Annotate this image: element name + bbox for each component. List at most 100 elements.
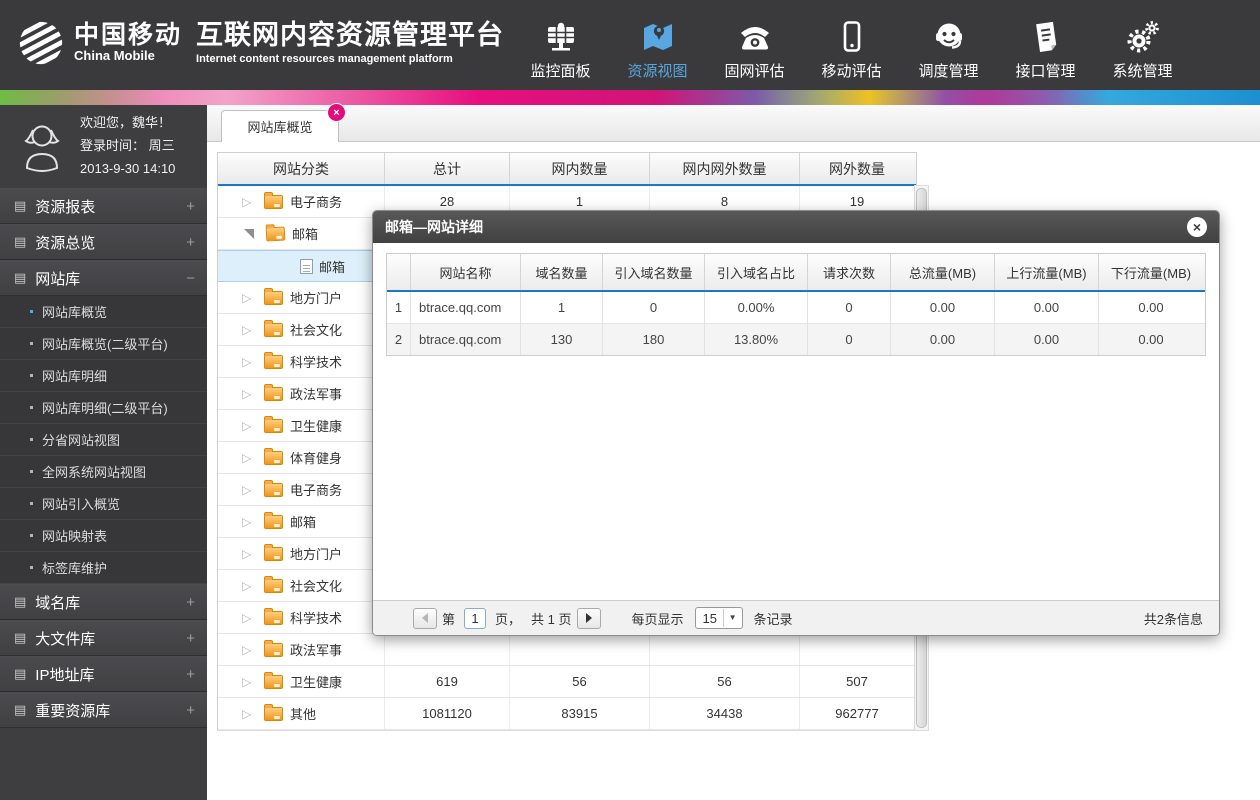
table-row[interactable]: ▷ 卫生健康 619 56 56 507 bbox=[218, 666, 916, 698]
tab-close-icon[interactable]: × bbox=[327, 103, 346, 122]
tree-cell[interactable]: ▷ 其他 bbox=[218, 698, 385, 729]
document-icon: ▤ bbox=[14, 630, 27, 645]
value-cell: 13.80% bbox=[705, 324, 808, 355]
sidebar-group-label: 大文件库 bbox=[35, 630, 96, 648]
tree-cell[interactable]: ▷ 科学技术 bbox=[218, 602, 385, 633]
folder-icon bbox=[264, 447, 283, 465]
sidebar-item[interactable]: 网站库概览(二级平台) bbox=[0, 328, 207, 360]
expand-arrow-icon[interactable]: ▷ bbox=[242, 355, 257, 369]
user-info: 欢迎您，魏华！ 登录时间： 周三 2013-9-30 14:10 bbox=[80, 112, 175, 180]
sidebar-group-label: 重要资源库 bbox=[35, 702, 111, 720]
expand-arrow-icon[interactable]: ▷ bbox=[242, 387, 257, 401]
tree-cell[interactable]: ▷ 政法军事 bbox=[218, 378, 385, 409]
sidebar-item[interactable]: 网站库明细(二级平台) bbox=[0, 392, 207, 424]
tree-cell[interactable]: ▷ 电子商务 bbox=[218, 474, 385, 505]
value-cell: 0.00 bbox=[995, 324, 1099, 355]
expander-icon[interactable]: + bbox=[186, 666, 195, 683]
table-row[interactable]: ▷ 政法军事 bbox=[218, 634, 916, 666]
expand-arrow-icon[interactable]: ▷ bbox=[242, 675, 257, 689]
sidebar-item[interactable]: 网站库明细 bbox=[0, 360, 207, 392]
expand-arrow-icon[interactable]: ▷ bbox=[242, 515, 257, 529]
bullet-icon bbox=[30, 566, 33, 569]
tree-cell[interactable]: ▷ 政法军事 bbox=[218, 634, 385, 665]
chevron-down-icon: ▼ bbox=[722, 609, 742, 627]
brand-name-en: China Mobile bbox=[74, 47, 155, 63]
column-header: 上行流量(MB) bbox=[995, 254, 1099, 290]
sidebar-item[interactable]: 标签库维护 bbox=[0, 552, 207, 584]
sidebar-item[interactable]: 网站引入概览 bbox=[0, 488, 207, 520]
value-cell bbox=[385, 634, 510, 665]
nav-item-dispatch-mgmt[interactable]: 调度管理 bbox=[900, 12, 997, 81]
sidebar-group-3[interactable]: ▤ 域名库 + bbox=[0, 584, 207, 620]
tree-cell[interactable]: ▷ 社会文化 bbox=[218, 314, 385, 345]
sidebar-group-label: 域名库 bbox=[35, 594, 81, 612]
sidebar-item[interactable]: 分省网站视图 bbox=[0, 424, 207, 456]
tree-cell[interactable]: ▷ 卫生健康 bbox=[218, 666, 385, 697]
brand-block: 中国移动 China Mobile 互联网内容资源管理平台 Internet c… bbox=[16, 18, 504, 68]
tab-website-overview[interactable]: 网站库概览 × bbox=[221, 103, 346, 142]
column-header: 网站名称 bbox=[411, 254, 521, 290]
tree-cell[interactable]: 邮箱 bbox=[218, 251, 385, 281]
sidebar-group-0[interactable]: ▤ 资源报表 + bbox=[0, 188, 207, 224]
expand-arrow-icon[interactable]: ▷ bbox=[242, 195, 257, 209]
tree-cell[interactable]: 邮箱 bbox=[218, 218, 385, 249]
tree-cell[interactable]: ▷ 社会文化 bbox=[218, 570, 385, 601]
prev-page-button[interactable] bbox=[413, 607, 437, 629]
expand-arrow-icon[interactable]: ▷ bbox=[242, 579, 257, 593]
nav-item-system-mgmt[interactable]: 系统管理 bbox=[1094, 12, 1191, 81]
tree-cell[interactable]: ▷ 地方门户 bbox=[218, 282, 385, 313]
nav-item-mobile-eval[interactable]: 移动评估 bbox=[803, 12, 900, 81]
expander-icon[interactable]: + bbox=[186, 702, 195, 719]
nav-item-resource-view[interactable]: 资源视图 bbox=[609, 12, 706, 81]
page-number-input[interactable]: 1 bbox=[464, 607, 487, 629]
expand-arrow-icon[interactable]: ▷ bbox=[242, 547, 257, 561]
nav-item-monitor-panel[interactable]: 监控面板 bbox=[512, 12, 609, 81]
category-label: 科学技术 bbox=[290, 611, 343, 626]
sidebar-group-2[interactable]: ▤ 网站库 − bbox=[0, 260, 207, 296]
collapse-arrow-icon[interactable] bbox=[244, 228, 254, 239]
value-cell: 0 bbox=[808, 324, 891, 355]
platform-title-en: Internet content resources management pl… bbox=[196, 52, 453, 65]
tree-cell[interactable]: ▷ 卫生健康 bbox=[218, 410, 385, 441]
tree-cell[interactable]: ▷ 电子商务 bbox=[218, 186, 385, 217]
close-icon[interactable]: × bbox=[1187, 217, 1207, 237]
expander-icon[interactable]: + bbox=[186, 234, 195, 251]
expand-arrow-icon[interactable]: ▷ bbox=[242, 483, 257, 497]
sidebar-group-5[interactable]: ▤ IP地址库 + bbox=[0, 656, 207, 692]
next-page-button[interactable] bbox=[576, 607, 601, 629]
sidebar-item-label: 网站映射表 bbox=[42, 529, 108, 544]
nav-label: 系统管理 bbox=[1112, 63, 1173, 80]
folder-icon bbox=[264, 287, 283, 305]
expander-icon[interactable]: − bbox=[186, 270, 195, 287]
expand-arrow-icon[interactable]: ▷ bbox=[242, 451, 257, 465]
expand-arrow-icon[interactable]: ▷ bbox=[242, 707, 257, 721]
tree-cell[interactable]: ▷ 地方门户 bbox=[218, 538, 385, 569]
bullet-icon bbox=[30, 502, 33, 505]
sidebar-item[interactable]: 网站库概览 bbox=[0, 296, 207, 328]
table-row[interactable]: 2 btrace.qq.com 130 180 13.80% 0 0.00 0.00 0.00 bbox=[387, 324, 1205, 355]
expand-arrow-icon[interactable]: ▷ bbox=[242, 291, 257, 305]
sidebar-group-4[interactable]: ▤ 大文件库 + bbox=[0, 620, 207, 656]
sidebar-item[interactable]: 全网系统网站视图 bbox=[0, 456, 207, 488]
expander-icon[interactable]: + bbox=[186, 630, 195, 647]
expander-icon[interactable]: + bbox=[186, 198, 195, 215]
value-cell: 0.00 bbox=[891, 292, 995, 323]
expand-arrow-icon[interactable]: ▷ bbox=[242, 419, 257, 433]
tree-cell[interactable]: ▷ 邮箱 bbox=[218, 506, 385, 537]
expand-arrow-icon[interactable]: ▷ bbox=[242, 323, 257, 337]
sidebar-item[interactable]: 网站映射表 bbox=[0, 520, 207, 552]
tree-cell[interactable]: ▷ 体育健身 bbox=[218, 442, 385, 473]
nav-item-fixed-network-eval[interactable]: 固网评估 bbox=[706, 12, 803, 81]
sidebar-group-6[interactable]: ▤ 重要资源库 + bbox=[0, 692, 207, 728]
sidebar-group-1[interactable]: ▤ 资源总览 + bbox=[0, 224, 207, 260]
folder-icon bbox=[264, 511, 283, 529]
table-row[interactable]: ▷ 其他 1081120 83915 34438 962777 bbox=[218, 698, 916, 730]
expand-arrow-icon[interactable]: ▷ bbox=[242, 611, 257, 625]
per-page-select[interactable]: 15 ▼ bbox=[694, 607, 743, 629]
tree-cell[interactable]: ▷ 科学技术 bbox=[218, 346, 385, 377]
table-row[interactable]: 1 btrace.qq.com 1 0 0.00% 0 0.00 0.00 0.00 bbox=[387, 292, 1205, 324]
operator-headset-icon bbox=[900, 12, 997, 54]
nav-item-interface-mgmt[interactable]: 接口管理 bbox=[997, 12, 1094, 81]
expand-arrow-icon[interactable]: ▷ bbox=[242, 643, 257, 657]
expander-icon[interactable]: + bbox=[186, 594, 195, 611]
